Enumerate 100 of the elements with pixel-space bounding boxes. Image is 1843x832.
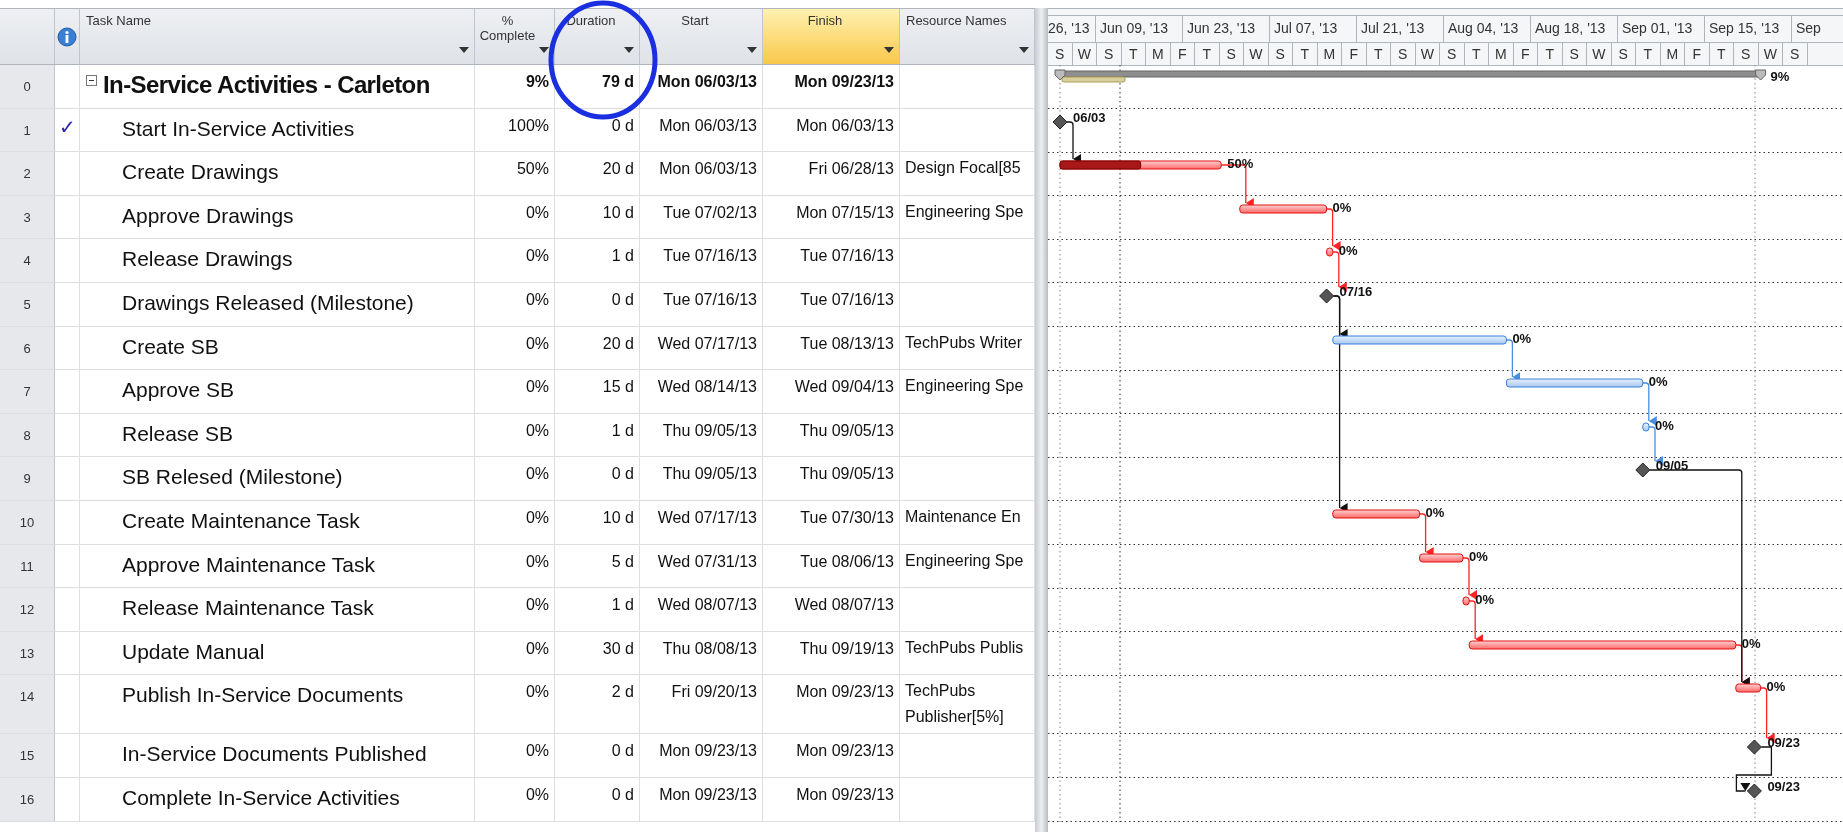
dropdown-icon[interactable] [1019,47,1029,53]
finish-date: Tue 07/16/13 [800,290,894,308]
task-bar[interactable] [1735,683,1762,693]
summary-bar[interactable] [1054,69,1767,83]
finish-date: Fri 06/28/13 [808,160,894,178]
duration: 15 d [602,378,634,396]
timescale-day: W [1415,43,1440,65]
task-bar[interactable] [1419,553,1464,563]
resource-name: Engineering Spe [905,377,1024,395]
milestone-diamond[interactable] [1746,739,1762,755]
timescale-day: M [1146,43,1171,65]
duration: 0 d [611,742,634,760]
dropdown-icon[interactable] [539,47,549,53]
percent-complete: 0% [525,334,549,352]
start-date: Wed 08/14/13 [657,378,757,396]
resource-name: Engineering Spe [905,202,1024,220]
timescale-day: M [1660,43,1685,65]
start-date: Mon 06/03/13 [657,73,757,90]
timescale-day: F [1685,43,1710,65]
timescale-label: Sep 15, '13 [1705,16,1792,42]
duration: 20 d [602,160,634,178]
duration: 79 d [602,73,634,90]
timescale-label: Sep [1792,16,1843,42]
task-name: Create Maintenance Task [122,508,360,533]
duration: 1 d [611,421,634,439]
start-date: Tue 07/02/13 [663,203,757,221]
timescale-day: S [1048,43,1073,65]
task-bar[interactable] [1059,160,1222,170]
milestone-diamond[interactable] [1052,114,1068,130]
timescale-day: T [1293,43,1318,65]
duration: 20 d [602,334,634,352]
duration: 2 d [611,683,634,701]
task-name: Create Drawings [122,160,279,185]
start-date: Tue 07/16/13 [663,290,757,308]
task-name: Complete In-Service Activities [122,785,400,810]
milestone-diamond[interactable] [1635,462,1651,478]
task-bar[interactable] [1462,596,1470,606]
timescale-day: F [1513,43,1538,65]
task-name: Start In-Service Activities [122,116,355,141]
duration: 0 d [611,785,634,803]
bar-label: 0% [1512,331,1532,346]
bar-label: 0% [1741,636,1761,651]
finish-date: Thu 09/05/13 [799,421,894,439]
timescale-day: F [1342,43,1367,65]
percent-complete: 50% [516,160,549,178]
task-bar[interactable] [1332,509,1421,519]
dropdown-icon[interactable] [747,47,757,53]
timescale-label: Jun 23, '13 [1183,16,1270,42]
milestone-diamond[interactable] [1319,288,1335,304]
bar-label: 0% [1766,679,1786,694]
timescale-day: S [1734,43,1759,65]
collapse-icon[interactable] [86,75,97,86]
timescale-day: M [1489,43,1514,65]
timescale-day: T [1636,43,1661,65]
column-header[interactable]: Finish [763,9,900,64]
row-number: 8 [0,413,55,457]
task-name: Release SB [122,421,233,446]
resource-name: Maintenance En [905,507,1021,525]
percent-complete: 0% [525,742,549,760]
start-date: Tue 07/16/13 [663,247,757,265]
bar-label: 0% [1469,549,1488,564]
start-date: Thu 09/05/13 [662,421,757,439]
timescale-day: W [1244,43,1269,65]
timescale-day: T [1709,43,1734,65]
row-number: 4 [0,239,55,282]
duration: 0 d [611,116,634,134]
info-icon [57,26,77,47]
row-number: 7 [0,370,55,413]
dropdown-icon[interactable] [884,47,894,53]
percent-complete: 0% [525,247,549,265]
timescale-day: S [1268,43,1293,65]
dropdown-icon[interactable] [624,47,634,53]
dropdown-icon[interactable] [459,47,469,53]
column-header[interactable]: Task Name [80,9,475,64]
resource-name: TechPubs Publisher[5%] [905,682,1004,726]
timescale-day: S [1219,43,1244,65]
row-number: 10 [0,500,55,544]
complete-indicator: ✓ [58,114,76,139]
bar-label: 09/23 [1767,779,1800,794]
resource-name: Engineering Spe [905,551,1024,569]
task-bar[interactable] [1239,204,1328,214]
timescale-label: Jun 09, '13 [1096,16,1183,42]
resource-name: TechPubs Writer [905,333,1023,351]
timescale-label: Aug 18, '13 [1531,16,1618,42]
finish-date: Thu 09/19/13 [799,639,894,657]
row-number: 12 [0,588,55,631]
task-bar[interactable] [1326,247,1334,257]
bar-label: 06/03 [1073,110,1106,125]
percent-complete: 9% [525,73,549,90]
bar-label: 0% [1655,418,1674,433]
task-bar[interactable] [1642,422,1650,432]
task-name: In-Service Activities - Carleton [103,71,430,99]
milestone-diamond[interactable] [1746,783,1762,799]
task-name: Release Drawings [122,247,293,272]
bar-label: 09/23 [1767,735,1800,750]
finish-date: Wed 09/04/13 [794,378,894,396]
finish-date: Mon 09/23/13 [796,785,894,803]
column-header[interactable]: % Complete [475,9,555,64]
start-date: Mon 09/23/13 [659,785,757,803]
percent-complete: 0% [525,552,549,570]
